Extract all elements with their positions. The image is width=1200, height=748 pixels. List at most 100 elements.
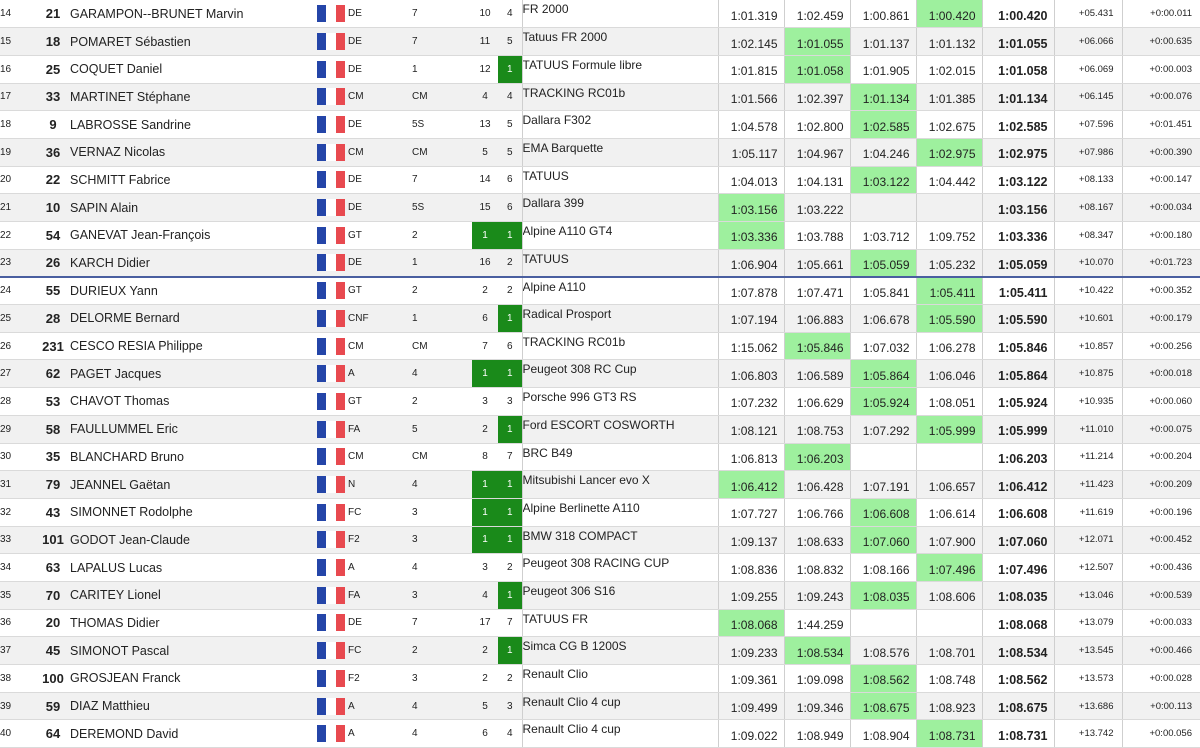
france-flag-icon <box>317 199 345 217</box>
class-position-cell: 4 <box>498 719 522 748</box>
flag-cell <box>314 387 348 416</box>
flag-cell <box>314 304 348 333</box>
table-row[interactable]: 34 63 LAPALUS Lucas A 4 3 2 Peugeot 308 RACING … <box>0 553 1200 582</box>
table-row[interactable]: 23 26 KARCH Didier DE 1 16 2 TATUUS 1:06.904 1:05… <box>0 249 1200 278</box>
lap-time-4-cell: 1:06.657 <box>915 470 982 499</box>
lap-time-3-cell <box>849 609 916 638</box>
lap-time-4-cell <box>915 193 982 222</box>
category-cell: CM <box>348 138 412 167</box>
best-time-cell: 1:08.534 <box>981 636 1054 665</box>
table-row[interactable]: 30 35 BLANCHARD Bruno CM CM 8 7 BRC B49 1:06.813… <box>0 443 1200 472</box>
table-row[interactable]: 39 59 DIAZ Matthieu A 4 5 3 Renault Clio 4 cup 1… <box>0 692 1200 721</box>
category-position-cell: 2 <box>472 276 498 306</box>
category-cell: F2 <box>348 526 412 555</box>
table-row[interactable]: 33 101 GODOT Jean-Claude F2 3 1 1 BMW 318 COMPA… <box>0 526 1200 555</box>
lap-time-4-cell: 1:05.411 <box>915 276 982 306</box>
category-position-cell: 10 <box>472 0 498 29</box>
car-number-cell: 28 <box>36 304 70 333</box>
class-cell: 2 <box>412 636 472 665</box>
category-position-cell: 1 <box>472 470 498 499</box>
table-row[interactable]: 32 43 SIMONNET Rodolphe FC 3 1 1 Alpine Berline… <box>0 498 1200 527</box>
category-cell: CM <box>348 83 412 112</box>
lap-time-1-cell: 1:09.255 <box>717 581 784 610</box>
best-time-cell: 1:00.420 <box>981 0 1054 29</box>
table-row[interactable]: 38 100 GROSJEAN Franck F2 3 2 2 Renault Clio 1:0… <box>0 664 1200 693</box>
class-position-cell: 1 <box>498 526 522 555</box>
car-model-cell: TATUUS Formule libre <box>521 55 718 84</box>
driver-name-cell: GODOT Jean-Claude <box>70 526 314 555</box>
table-row[interactable]: 31 79 JEANNEL Gaëtan N 4 1 1 Mitsubishi Lancer … <box>0 470 1200 499</box>
class-position-cell: 1 <box>498 636 522 665</box>
lap-time-3-cell: 1:08.562 <box>849 664 916 693</box>
table-row[interactable]: 20 22 SCHMITT Fabrice DE 7 14 6 TATUUS 1:04.013 1… <box>0 166 1200 195</box>
class-cell: 4 <box>412 359 472 389</box>
lap-time-1-cell: 1:07.727 <box>717 498 784 527</box>
table-row[interactable]: 21 10 SAPIN Alain DE 5S 15 6 Dallara 399 1:03.15… <box>0 193 1200 222</box>
category-cell: DE <box>348 27 412 56</box>
car-model-cell: Renault Clio 4 cup <box>521 692 718 721</box>
table-row[interactable]: 29 58 FAULLUMMEL Eric FA 5 2 1 Ford ESCORT COSW… <box>0 415 1200 444</box>
class-position-cell: 5 <box>498 27 522 56</box>
table-row[interactable]: 40 64 DEREMOND David A 4 6 4 Renault Clio 4 cup… <box>0 719 1200 748</box>
table-row[interactable]: 37 45 SIMONOT Pascal FC 2 2 1 Simca CG B 1200S 1… <box>0 636 1200 665</box>
lap-time-4-cell: 1:05.999 <box>915 415 982 444</box>
gap-leader-cell: +13.545 <box>1053 636 1122 665</box>
table-row[interactable]: 22 54 GANEVAT Jean-François GT 2 1 1 Alpine A11… <box>0 221 1200 250</box>
france-flag-icon <box>317 614 345 632</box>
table-row[interactable]: 24 55 DURIEUX Yann GT 2 2 2 Alpine A110 1:07.878… <box>0 276 1200 306</box>
lap-time-3-cell: 1:01.134 <box>849 83 916 112</box>
flag-cell <box>314 415 348 444</box>
best-time-cell: 1:05.864 <box>981 359 1054 389</box>
class-position-cell: 1 <box>498 470 522 499</box>
table-row[interactable]: 14 21 GARAMPON--BRUNET Marvin DE 7 10 4 FR 2000… <box>0 0 1200 29</box>
table-row[interactable]: 16 25 COQUET Daniel DE 1 12 1 TATUUS Formule li… <box>0 55 1200 84</box>
driver-name-cell: KARCH Didier <box>70 249 314 278</box>
class-cell: 2 <box>412 276 472 306</box>
table-row[interactable]: 19 36 VERNAZ Nicolas CM CM 5 5 EMA Barquette 1:0… <box>0 138 1200 167</box>
rank-cell: 31 <box>0 470 36 499</box>
car-number-cell: 33 <box>36 83 70 112</box>
category-position-cell: 6 <box>472 304 498 333</box>
rank-cell: 28 <box>0 387 36 416</box>
lap-time-2-cell: 1:08.534 <box>783 636 850 665</box>
car-number-cell: 231 <box>36 332 70 361</box>
lap-time-4-cell: 1:06.046 <box>915 359 982 389</box>
gap-previous-cell: +0:01.723 <box>1121 249 1200 278</box>
class-position-cell: 1 <box>498 415 522 444</box>
rank-cell: 40 <box>0 719 36 748</box>
lap-time-2-cell: 1:06.883 <box>783 304 850 333</box>
lap-time-4-cell: 1:06.614 <box>915 498 982 527</box>
car-number-cell: 26 <box>36 249 70 278</box>
table-row[interactable]: 35 70 CARITEY Lionel FA 3 4 1 Peugeot 306 S16 1:… <box>0 581 1200 610</box>
lap-time-4-cell: 1:09.752 <box>915 221 982 250</box>
class-cell: 4 <box>412 719 472 748</box>
gap-previous-cell: +0:00.466 <box>1121 636 1200 665</box>
car-number-cell: 70 <box>36 581 70 610</box>
table-row[interactable]: 26 231 CESCO RESIA Philippe CM CM 7 6 TRACKING … <box>0 332 1200 361</box>
lap-time-3-cell: 1:00.861 <box>849 0 916 29</box>
class-position-cell: 6 <box>498 193 522 222</box>
table-row[interactable]: 25 28 DELORME Bernard CNF 1 6 1 Radical Prospor… <box>0 304 1200 333</box>
table-row[interactable]: 17 33 MARTINET Stéphane CM CM 4 4 TRACKING RC01… <box>0 83 1200 112</box>
gap-previous-cell: +0:00.179 <box>1121 304 1200 333</box>
gap-leader-cell: +13.573 <box>1053 664 1122 693</box>
category-cell: CM <box>348 443 412 472</box>
category-position-cell: 11 <box>472 27 498 56</box>
table-row[interactable]: 15 18 POMARET Sébastien DE 7 11 5 Tatuus FR 200… <box>0 27 1200 56</box>
table-row[interactable]: 36 20 THOMAS Didier DE 7 17 7 TATUUS FR 1:08.068… <box>0 609 1200 638</box>
table-row[interactable]: 28 53 CHAVOT Thomas GT 2 3 3 Porsche 996 GT3 RS… <box>0 387 1200 416</box>
flag-cell <box>314 636 348 665</box>
rank-cell: 32 <box>0 498 36 527</box>
lap-time-3-cell: 1:07.060 <box>849 526 916 555</box>
table-row[interactable]: 27 62 PAGET Jacques A 4 1 1 Peugeot 308 RC Cup 1… <box>0 359 1200 389</box>
flag-cell <box>314 83 348 112</box>
class-cell: CM <box>412 332 472 361</box>
table-row[interactable]: 18 9 LABROSSE Sandrine DE 5S 13 5 Dallara F302 1… <box>0 110 1200 139</box>
category-position-cell: 5 <box>472 138 498 167</box>
lap-time-3-cell: 1:07.032 <box>849 332 916 361</box>
class-cell: 7 <box>412 166 472 195</box>
gap-leader-cell: +13.686 <box>1053 692 1122 721</box>
lap-time-1-cell: 1:15.062 <box>717 332 784 361</box>
class-cell: 3 <box>412 498 472 527</box>
category-cell: DE <box>348 55 412 84</box>
